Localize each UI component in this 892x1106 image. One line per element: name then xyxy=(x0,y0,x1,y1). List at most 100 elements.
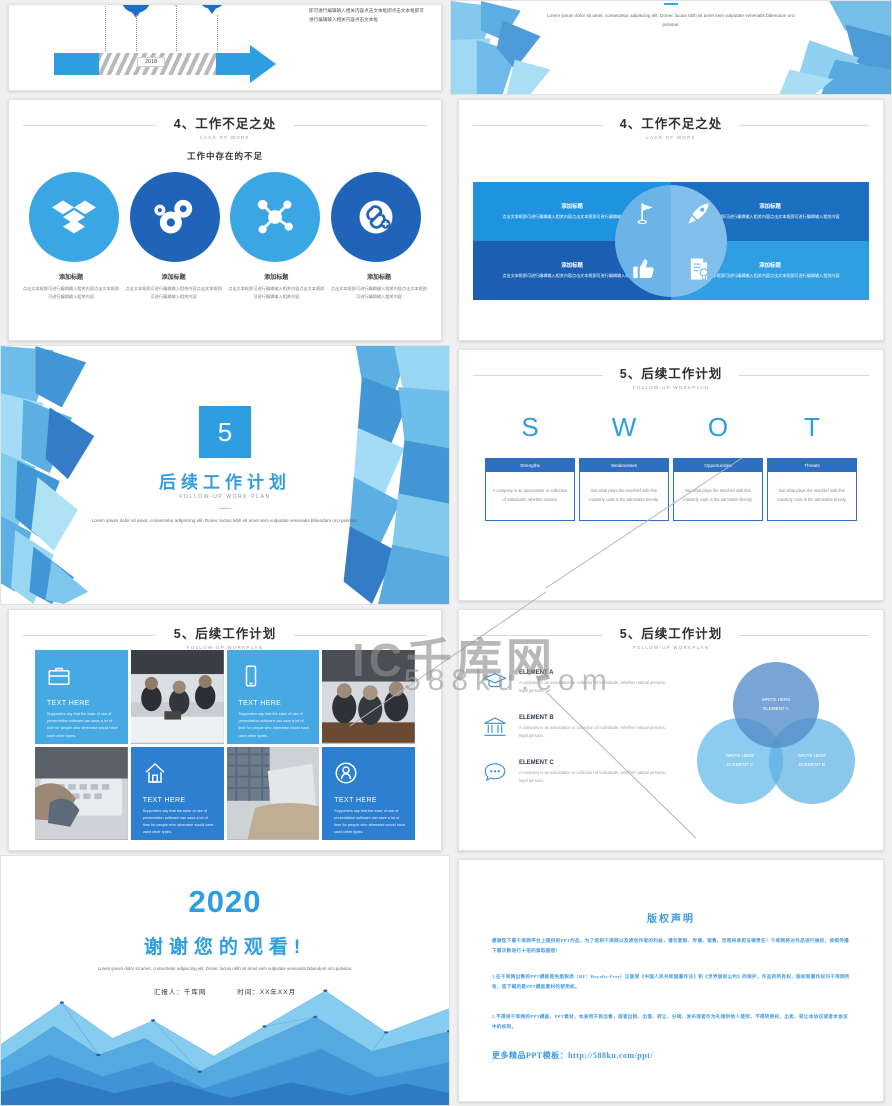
swot-card-body: But what plays the mischief with this ma… xyxy=(589,488,659,502)
tile-heading: TEXT HERE xyxy=(47,700,90,707)
photo-tile-laptop-lap[interactable] xyxy=(226,746,320,840)
venn-circle-a[interactable]: WRITE HERE ELEMENT A xyxy=(733,662,819,748)
caption-item: 添加标题 点击文本框即可进行编辑输入相关内容点击文本框即可进行编辑输入相关内容 xyxy=(226,272,326,301)
quadrant-icon-cell xyxy=(615,241,671,297)
chat-icon xyxy=(483,760,507,789)
tile-body: Supporters say that the ease of use of p… xyxy=(47,712,118,738)
swot-card[interactable]: Weaknesses But what plays the mischief w… xyxy=(579,458,669,521)
slide-copyright[interactable]: 版权声明 感谢您下载千库网平台上提供的PPT作品，为了您和千库网以及原创作者的利… xyxy=(458,859,884,1102)
slide-cell-copyright[interactable]: 版权声明 感谢您下载千库网平台上提供的PPT作品，为了您和千库网以及原创作者的利… xyxy=(450,855,892,1106)
text-tile[interactable]: TEXT HERE Supporters say that the ease o… xyxy=(130,746,224,840)
page-title: 4、工作不足之处 xyxy=(161,113,289,132)
slide-header: 5、后续工作计划 FOLLOW-UP WORKPLAN xyxy=(9,623,441,650)
slide-cell-section-cover[interactable]: 5 后续工作计划 FOLLOW-UP WORK PLAN Lorem ipsum… xyxy=(0,345,450,605)
tile-heading: TEXT HERE xyxy=(238,700,282,707)
caption-item: 添加标题 点击文本框即可进行编辑输入相关内容点击文本框即可进行编辑输入相关内容 xyxy=(21,272,121,301)
timeline-balloon[interactable]: Text here xyxy=(197,5,227,9)
swot-card-row: Strengths A company is an association or… xyxy=(485,458,857,521)
photo-tile-keyboard-hands[interactable] xyxy=(35,746,128,840)
section-subtitle: FOLLOW-UP WORK PLAN xyxy=(179,494,271,500)
caption-item: 添加标题 点击文本框即可进行编辑输入相关内容点击文本框即可进行编辑输入相关内容 xyxy=(329,272,429,301)
element-title: ELEMENT B xyxy=(519,715,554,721)
text-tile[interactable]: TEXT HERE Supporters say that the ease o… xyxy=(226,650,320,744)
circle-dropbox-icon[interactable] xyxy=(29,172,119,262)
quadrant-grid: 添加标题 点击文本框即可进行编辑输入相关内容点击文本框即可进行编辑输入相关内容 … xyxy=(473,182,869,300)
graduation-cap-icon xyxy=(483,670,507,699)
slide-photo-grid[interactable]: 5、后续工作计划 FOLLOW-UP WORKPLAN TEXT HERE Su… xyxy=(8,609,442,851)
slide-cell-lack-quadrant[interactable]: 4、工作不足之处 LACK OF WORK 添加标题 点击文本框即可进行编辑输入… xyxy=(450,95,892,345)
flag-icon xyxy=(637,203,653,225)
slide-elements-venn[interactable]: 5、后续工作计划 FOLLOW-UP WORKPLAN ELEMENT A A … xyxy=(458,609,884,851)
slide-section-cover[interactable]: 5 后续工作计划 FOLLOW-UP WORK PLAN Lorem ipsum… xyxy=(0,345,450,605)
venn-label-line2: ELEMENT C xyxy=(726,762,754,767)
circle-link-plus-icon[interactable] xyxy=(330,172,421,262)
element-item[interactable]: ELEMENT B A company is an association or… xyxy=(483,715,673,744)
swot-card-header: Weaknesses xyxy=(580,459,668,472)
caption-title: 添加标题 xyxy=(58,275,83,281)
slide-poly-cover-top[interactable]: Lorem ipsum dolor sit amet, consectetur … xyxy=(450,0,892,95)
element-item[interactable]: ELEMENT A A company is an association or… xyxy=(483,670,673,699)
slide-cell-photo-grid[interactable]: 5、后续工作计划 FOLLOW-UP WORKPLAN TEXT HERE Su… xyxy=(0,605,450,855)
section-number: 5 xyxy=(199,406,251,458)
quadrant-icon-cell xyxy=(671,185,727,241)
slide-cell-thank-you[interactable]: 2020 谢谢您的观看! Lorem ipsum dolor sit amet,… xyxy=(0,855,450,1106)
slide-lack-quadrant[interactable]: 4、工作不足之处 LACK OF WORK 添加标题 点击文本框即可进行编辑输入… xyxy=(458,99,884,341)
swot-card[interactable]: Opportunities But what plays the mischie… xyxy=(673,458,763,521)
swot-card-header: Threats xyxy=(768,459,856,472)
certificate-icon xyxy=(690,258,709,282)
swot-card-header: Strengths xyxy=(486,459,574,472)
copyright-paragraph-2: 1.在千库网出售的PPT模板是免版税类（RF：Royalty-Free）正版受《… xyxy=(492,974,850,990)
swot-letter: T xyxy=(804,412,820,442)
slide-cell-elements-venn[interactable]: 5、后续工作计划 FOLLOW-UP WORKPLAN ELEMENT A A … xyxy=(450,605,892,855)
slide-cell-swot[interactable]: 5、后续工作计划 FOLLOW-UP WORKPLAN S W O T Stre… xyxy=(450,345,892,605)
slide-cell-poly-cover-top[interactable]: Lorem ipsum dolor sit amet, consectetur … xyxy=(450,0,892,95)
tile-body: Supporters say that the ease of use of p… xyxy=(142,808,214,835)
timeline-year-badge[interactable]: 2018 xyxy=(137,57,166,67)
caption-desc: 点击文本框即可进行编辑输入相关内容点击文本框即可进行编辑输入相关内容 xyxy=(228,286,325,299)
slide-lack-circles[interactable]: 4、工作不足之处 LACK OF WORK 工作中存在的不足 添加标题 点击文本… xyxy=(8,99,442,341)
year-display: 2020 xyxy=(188,884,262,919)
caption-desc: 点击文本框即可进行编辑输入相关内容点击文本框即可进行编辑输入相关内容 xyxy=(125,286,222,299)
element-item[interactable]: ELEMENT C A company is an association or… xyxy=(483,760,673,789)
tile-body: Supporters say that the ease of use of p… xyxy=(334,808,405,835)
swot-card[interactable]: Threats But what plays the mischief with… xyxy=(767,458,857,521)
quadrant-title: 添加标题 xyxy=(759,263,781,270)
timeline-balloon[interactable]: Text here xyxy=(121,5,151,13)
more-templates-link[interactable]: 更多精品PPT模板：http://588ku.com/ppt/ xyxy=(492,1050,653,1061)
slide-cell-timeline[interactable]: Text here Text here 2018 即可进行编辑输入相关内容点击文… xyxy=(0,0,450,95)
quadrant-title: 添加标题 xyxy=(561,204,583,211)
swot-letter-row: S W O T xyxy=(485,412,857,443)
page-title: 5、后续工作计划 xyxy=(607,623,735,642)
section-heading: 工作中存在的不足 xyxy=(186,151,263,161)
swot-letter: S xyxy=(521,412,539,442)
photo-grid: TEXT HERE Supporters say that the ease o… xyxy=(35,650,415,840)
circle-gears-icon[interactable] xyxy=(129,172,220,262)
section-title: 后续工作计划 xyxy=(159,473,291,492)
slide-timeline[interactable]: Text here Text here 2018 即可进行编辑输入相关内容点击文… xyxy=(8,4,442,91)
user-icon xyxy=(334,761,358,790)
text-tile[interactable]: TEXT HERE Supporters say that the ease o… xyxy=(322,746,415,840)
timeline-connector xyxy=(176,5,177,51)
timeline-connector xyxy=(217,15,218,51)
caption-row: 添加标题 点击文本框即可进行编辑输入相关内容点击文本框即可进行编辑输入相关内容 … xyxy=(21,272,429,301)
home-icon xyxy=(143,761,167,790)
photo-tile-three-colleagues[interactable] xyxy=(322,650,415,744)
quadrant-icon-cell xyxy=(615,185,671,241)
timeline-connector xyxy=(105,5,106,51)
venn-label-line1: WRITE HERE xyxy=(761,697,791,703)
page-subtitle: FOLLOW-UP WORKPLAN xyxy=(632,645,710,650)
rocket-icon xyxy=(688,203,709,224)
photo-tile-office-meeting[interactable] xyxy=(130,650,224,744)
circle-network-icon[interactable] xyxy=(230,172,321,262)
text-tile[interactable]: TEXT HERE Supporters say that the ease o… xyxy=(35,650,128,744)
timeline-graphic: Text here Text here 2018 即可进行编辑输入相关内容点击文… xyxy=(9,5,441,90)
page-subtitle: LACK OF WORK xyxy=(646,135,696,140)
swot-card[interactable]: Strengths A company is an association or… xyxy=(485,458,575,521)
cover-lorem: Lorem ipsum dolor sit amet, consectetur … xyxy=(547,12,795,28)
slide-cell-lack-circles[interactable]: 4、工作不足之处 LACK OF WORK 工作中存在的不足 添加标题 点击文本… xyxy=(0,95,450,345)
slide-thank-you[interactable]: 2020 谢谢您的观看! Lorem ipsum dolor sit amet,… xyxy=(0,855,450,1106)
bank-icon xyxy=(483,715,507,744)
caption-desc: 点击文本框即可进行编辑输入相关内容点击文本框即可进行编辑输入相关内容 xyxy=(22,286,120,299)
slide-swot[interactable]: 5、后续工作计划 FOLLOW-UP WORKPLAN S W O T Stre… xyxy=(458,349,884,601)
slide-header: 5、后续工作计划 FOLLOW-UP WORKPLAN xyxy=(459,363,883,390)
